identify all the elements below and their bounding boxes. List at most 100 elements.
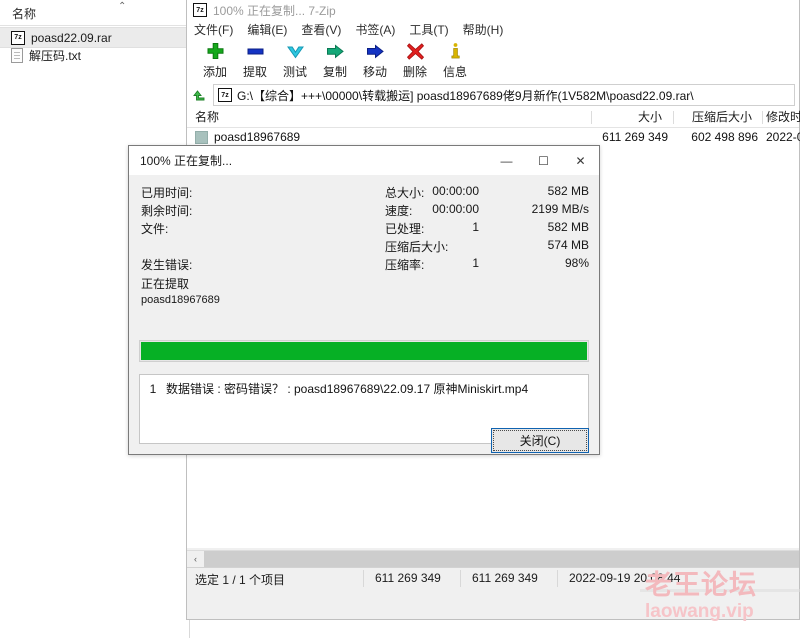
7z-archive-icon: 7z [218,88,232,102]
column-header-name[interactable]: 名称 [195,108,395,127]
minimize-button[interactable]: — [488,146,525,176]
menu-edit[interactable]: 编辑(E) [247,21,287,38]
column-header-size[interactable]: 大小 [591,108,668,127]
toolbar-test-label: 测试 [282,65,307,79]
close-button-label: 关闭(C) [493,430,587,451]
status-bar: 选定 1 / 1 个项目 611 269 349 611 269 349 202… [187,567,799,589]
sevenzip-toolbar: 添加 提取 测试 复制 移动 删除 信息 [187,38,799,82]
error-index: 1 [149,382,157,396]
maximize-button[interactable]: ☐ [525,146,562,176]
address-bar: 7z G:\【综合】+++\00000\转载搬运] poasd18967689佬… [187,82,799,108]
toolbar-add-label: 添加 [202,65,227,79]
remaining-time-value: 00:00:00 [432,202,479,216]
close-button[interactable]: 关闭(C) [491,428,589,453]
toolbar-extract-button[interactable]: 提取 [235,38,275,80]
minus-extract-icon [246,40,265,62]
table-row-packed-size: 602 498 896 [691,130,758,144]
sevenzip-titlebar: 7z 100% 正在复制... 7-Zip [187,0,799,20]
table-row-modified: 2022-0 [766,130,800,144]
column-divider[interactable] [762,111,763,124]
packed-size-label: 压缩后大小: [385,240,449,254]
status-divider [460,570,461,587]
error-message: 数据错误 : 密码错误？ : poasd18967689\22.09.17 原神… [166,382,529,396]
status-divider [363,570,364,587]
scrollbar-thumb[interactable] [204,551,799,567]
speed-value: 2199 MB/s [531,202,589,216]
menu-bookmarks[interactable]: 书签(A) [355,21,395,38]
sevenzip-title: 100% 正在复制... 7-Zip [213,3,336,18]
address-input[interactable]: 7z G:\【综合】+++\00000\转载搬运] poasd18967689佬… [213,84,795,106]
arrow-copy-icon [326,40,345,62]
menu-tools[interactable]: 工具(T) [409,21,448,38]
dialog-titlebar: 100% 正在复制... — ☐ ✕ [129,146,599,176]
list-item[interactable]: 解压码.txt [0,45,190,66]
close-window-button[interactable]: ✕ [562,146,599,176]
remaining-time-label: 剩余时间: [141,204,193,218]
processed-label: 已处理: [385,222,425,236]
text-file-icon [11,48,23,63]
menu-file[interactable]: 文件(F) [194,21,233,38]
current-action-label: 正在提取 [141,277,190,291]
current-file-label: poasd18967689 [141,294,220,306]
plus-add-icon [206,40,225,62]
toolbar-move-button[interactable]: 移动 [355,38,395,80]
error-list-item[interactable]: 1 数据错误 : 密码错误？ : poasd18967689\22.09.17 … [140,375,588,397]
table-row-size: 611 269 349 [602,130,668,144]
scroll-left-icon[interactable]: ‹ [187,551,204,567]
x-delete-icon [406,40,425,62]
status-packed-size: 611 269 349 [472,571,538,585]
explorer-column-header[interactable]: 名称 ⌃ [0,0,190,26]
status-modified: 2022-09-19 20:08:44 [569,571,681,585]
menu-help[interactable]: 帮助(H) [463,21,504,38]
dialog-body: 已用时间: 00:00:00 剩余时间: 00:00:00 文件: 1 发生错误… [129,176,599,454]
check-test-icon [286,40,305,62]
menu-view[interactable]: 查看(V) [301,21,341,38]
files-count-label: 文件: [141,222,169,236]
packed-size-value: 574 MB [547,238,589,252]
info-icon [446,40,465,62]
column-header-modified[interactable]: 修改时间 [766,108,800,127]
toolbar-info-button[interactable]: 信息 [435,38,475,80]
archive-7z-icon: 7z [11,30,25,45]
status-divider [557,570,558,587]
table-row-name-label: poasd18967689 [214,130,301,144]
7z-app-icon: 7z [193,3,207,17]
progress-bar-fill [141,342,587,360]
toolbar-info-label: 信息 [442,65,467,79]
toolbar-delete-label: 删除 [402,65,427,79]
status-size: 611 269 349 [375,571,441,585]
up-folder-icon[interactable] [187,83,213,107]
processed-value: 582 MB [547,220,589,234]
watermark-strip [640,589,800,592]
compression-ratio-label: 压缩率: [385,258,425,272]
copy-progress-dialog: 100% 正在复制... — ☐ ✕ 已用时间: 00:00:00 剩余时间: … [128,145,600,455]
file-list-column-header: 名称 大小 压缩后大小 修改时间 [187,108,800,128]
screen: 名称 ⌃ 7z poasd22.09.rar 解压码.txt 7z 100% 正… [0,0,800,638]
toolbar-move-label: 移动 [362,65,387,79]
total-size-value: 582 MB [547,184,589,198]
toolbar-copy-button[interactable]: 复制 [315,38,355,80]
progress-bar [139,340,589,362]
toolbar-delete-button[interactable]: 删除 [395,38,435,80]
toolbar-extract-label: 提取 [242,65,267,79]
sort-ascending-icon: ⌃ [118,1,127,12]
horizontal-scrollbar[interactable]: ‹ [187,550,799,567]
list-item-label: 解压码.txt [29,49,82,63]
sevenzip-menubar: 文件(F) 编辑(E) 查看(V) 书签(A) 工具(T) 帮助(H) [187,20,799,38]
compression-ratio-value: 98% [564,256,589,270]
toolbar-test-button[interactable]: 测试 [275,38,315,80]
explorer-column-name-label: 名称 [12,7,37,21]
speed-label: 速度: [385,204,413,218]
arrow-move-icon [366,40,385,62]
address-path-text: G:\【综合】+++\00000\转载搬运] poasd18967689佬9月新… [237,88,694,103]
errors-label: 发生错误: [141,258,193,272]
table-row-name-cell: poasd18967689 [195,130,300,144]
total-size-label: 总大小: [385,186,425,200]
dialog-window-buttons: — ☐ ✕ [488,146,599,176]
elapsed-time-label: 已用时间: [141,186,193,200]
toolbar-add-button[interactable]: 添加 [195,38,235,80]
column-header-packed-size[interactable]: 压缩后大小 [673,108,758,127]
list-item-label: poasd22.09.rar [31,30,112,45]
folder-icon [195,130,208,144]
toolbar-copy-label: 复制 [322,65,347,79]
